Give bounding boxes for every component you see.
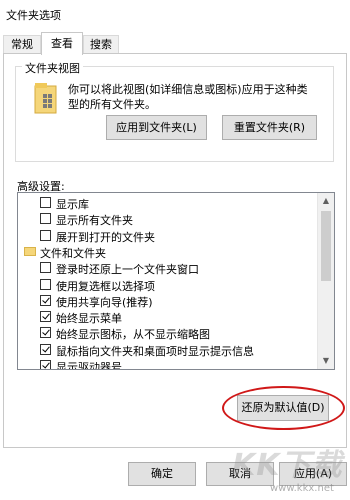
scroll-up-arrow-icon[interactable]: ▲ (318, 193, 334, 209)
checkbox[interactable] (40, 311, 51, 323)
list-item[interactable]: 展开到打开的文件夹 (18, 228, 317, 244)
advanced-settings-list[interactable]: 显示库显示所有文件夹展开到打开的文件夹文件和文件夹登录时还原上一个文件夹窗口 使用… (17, 192, 335, 370)
list-item[interactable]: 显示驱动器号 (18, 358, 317, 370)
title-bar: 文件夹选项 (0, 0, 350, 30)
list-item-label: 登录时还原上一个文件夹窗口 (56, 263, 199, 277)
list-scrollbar[interactable]: ▲ ▼ (317, 193, 334, 369)
tab-view[interactable]: 查看 (41, 32, 83, 55)
list-item-label: 显示驱动器号 (56, 361, 122, 370)
ok-button[interactable]: 确定 (128, 462, 196, 486)
checkbox[interactable] (40, 278, 51, 290)
list-item-label: 显示库 (56, 198, 89, 211)
scroll-thumb[interactable] (321, 211, 331, 281)
list-item-label: 使用共享向导(推荐) (56, 295, 153, 309)
list-item-label: 始终显示菜单 (56, 312, 122, 326)
list-item-label: 始终显示图标，从不显示缩略图 (56, 328, 210, 342)
checkbox[interactable] (40, 294, 51, 306)
checkbox[interactable] (40, 213, 51, 225)
window-title: 文件夹选项 (6, 9, 61, 22)
checkbox[interactable] (40, 197, 51, 208)
tab-search[interactable]: 搜索 (83, 35, 119, 54)
reset-folders-button[interactable]: 重置文件夹(R) (222, 115, 317, 140)
tab-general[interactable]: 常规 (3, 35, 41, 54)
list-item[interactable]: 鼠标指向文件夹和桌面项时显示提示信息 (18, 342, 317, 358)
checkbox[interactable] (40, 327, 51, 339)
folder-views-group (15, 66, 334, 162)
scroll-down-arrow-icon[interactable]: ▼ (318, 353, 334, 369)
apply-to-folders-button[interactable]: 应用到文件夹(L) (106, 115, 207, 140)
folder-views-description: 你可以将此视图(如详细信息或图标)应用于这种类型的所有文件夹。 (68, 83, 308, 111)
list-item[interactable]: 显示库 (18, 195, 317, 211)
list-item-label: 显示所有文件夹 (56, 214, 133, 228)
list-group-label: 文件和文件夹 (40, 246, 106, 260)
list-item-label: 鼠标指向文件夹和桌面项时显示提示信息 (56, 344, 254, 358)
list-item[interactable]: 始终显示菜单 (18, 309, 317, 325)
folder-icon (24, 246, 36, 256)
list-item[interactable]: 始终显示图标，从不显示缩略图 (18, 325, 317, 341)
list-item[interactable]: 使用共享向导(推荐) (18, 293, 317, 309)
folder-views-label: 文件夹视图 (22, 60, 83, 76)
checkbox[interactable] (40, 343, 51, 355)
list-item[interactable]: 登录时还原上一个文件夹窗口 (18, 260, 317, 276)
apply-button[interactable]: 应用(A) (279, 462, 347, 486)
list-item[interactable]: 显示所有文件夹 (18, 211, 317, 227)
list-item[interactable]: 使用复选框以选择项 (18, 277, 317, 293)
checkbox[interactable] (40, 360, 51, 369)
checkbox[interactable] (40, 262, 51, 274)
list-item-label: 展开到打开的文件夹 (56, 230, 155, 244)
restore-defaults-button[interactable]: 还原为默认值(D) (237, 395, 329, 421)
list-item-label: 使用复选框以选择项 (56, 279, 155, 293)
checkbox[interactable] (40, 229, 51, 241)
list-group-header: 文件和文件夹 (18, 244, 317, 260)
advanced-settings-items: 显示库显示所有文件夹展开到打开的文件夹文件和文件夹登录时还原上一个文件夹窗口 使用… (18, 193, 317, 370)
cancel-button[interactable]: 取消 (206, 462, 274, 486)
folder-view-icon (34, 82, 58, 114)
tab-strip: 常规 查看 搜索 (0, 32, 350, 55)
